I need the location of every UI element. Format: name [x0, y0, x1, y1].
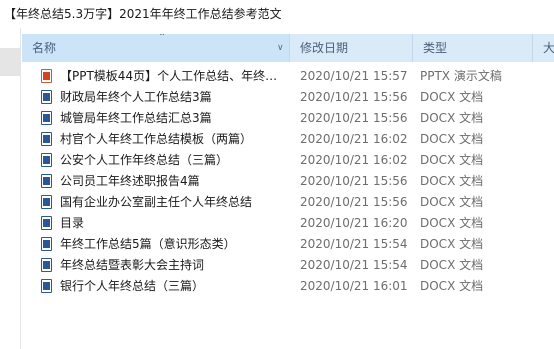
file-row[interactable]: 目录 2020/10/21 16:20 DOCX 文档: [22, 213, 554, 234]
docx-file-icon: [41, 90, 52, 104]
docx-file-icon: [41, 153, 52, 167]
column-header-name[interactable]: 名称 ⌃ ∨: [22, 34, 290, 62]
file-type: PPTX 演示文稿: [420, 69, 502, 83]
navigation-pane[interactable]: [0, 28, 21, 349]
file-name: 公安个人工作年终总结（三篇）: [60, 153, 229, 167]
file-type: DOCX 文档: [420, 153, 484, 167]
file-type: DOCX 文档: [420, 258, 484, 272]
file-date: 2020/10/21 15:57: [300, 69, 408, 83]
nav-selected-item[interactable]: [0, 48, 20, 76]
file-row[interactable]: 城管局年终工作总结汇总3篇 2020/10/21 15:56 DOCX 文档: [22, 108, 554, 129]
file-type: DOCX 文档: [420, 132, 484, 146]
file-name: 年终工作总结5篇（意识形态类）: [60, 237, 236, 251]
file-name: 村官个人年终工作总结模板（两篇）: [60, 132, 253, 146]
file-row[interactable]: 银行个人年终总结（三篇） 2020/10/21 16:01 DOCX 文档: [22, 276, 554, 297]
file-date: 2020/10/21 16:02: [300, 153, 408, 167]
file-name: 银行个人年终总结（三篇）: [60, 279, 205, 293]
file-date: 2020/10/21 16:02: [300, 132, 408, 146]
sort-ascending-icon: ⌃: [158, 34, 167, 43]
file-date: 2020/10/21 15:54: [300, 237, 408, 251]
file-type: DOCX 文档: [420, 237, 484, 251]
file-row[interactable]: 村官个人年终工作总结模板（两篇） 2020/10/21 16:02 DOCX 文…: [22, 129, 554, 150]
file-date: 2020/10/21 15:56: [300, 195, 408, 209]
column-header-date-label: 修改日期: [300, 41, 349, 55]
file-type: DOCX 文档: [420, 279, 484, 293]
window-title: 【年终总结5.3万字】2021年年终工作总结参考范文: [4, 7, 282, 21]
file-date: 2020/10/21 15:56: [300, 174, 408, 188]
docx-file-icon: [41, 279, 52, 293]
column-header-name-label: 名称: [32, 41, 57, 55]
file-row[interactable]: 年终总结暨表彰大会主持词 2020/10/21 15:54 DOCX 文档: [22, 255, 554, 276]
docx-file-icon: [41, 258, 52, 272]
column-header-bar: 名称 ⌃ ∨ 修改日期 类型 大小: [22, 34, 554, 62]
file-row[interactable]: 财政局年终个人工作总结3篇 2020/10/21 15:56 DOCX 文档: [22, 87, 554, 108]
file-name: 年终总结暨表彰大会主持词: [60, 258, 205, 272]
docx-file-icon: [41, 237, 52, 251]
file-date: 2020/10/21 15:54: [300, 258, 408, 272]
file-type: DOCX 文档: [420, 174, 484, 188]
file-name: 公司员工年终述职报告4篇: [60, 174, 200, 188]
column-header-type[interactable]: 类型: [413, 34, 533, 62]
column-header-size-label: 大小: [543, 41, 554, 55]
docx-file-icon: [41, 195, 52, 209]
file-type: DOCX 文档: [420, 216, 484, 230]
file-date: 2020/10/21 15:56: [300, 90, 408, 104]
docx-file-icon: [41, 132, 52, 146]
file-date: 2020/10/21 16:01: [300, 279, 408, 293]
file-name: 财政局年终个人工作总结3篇: [60, 90, 212, 104]
file-name: 国有企业办公室副主任个人年终总结: [60, 195, 253, 209]
file-row[interactable]: 公安个人工作年终总结（三篇） 2020/10/21 16:02 DOCX 文档: [22, 150, 554, 171]
file-name: 【PPT模板44页】个人工作总结、年终汇...: [60, 69, 282, 83]
file-name: 城管局年终工作总结汇总3篇: [60, 111, 212, 125]
file-type: DOCX 文档: [420, 90, 484, 104]
file-date: 2020/10/21 15:56: [300, 111, 408, 125]
file-row[interactable]: 国有企业办公室副主任个人年终总结 2020/10/21 15:56 DOCX 文…: [22, 192, 554, 213]
file-type: DOCX 文档: [420, 195, 484, 209]
column-dropdown-chevron-icon[interactable]: ∨: [277, 34, 284, 62]
column-header-size[interactable]: 大小: [533, 34, 554, 62]
docx-file-icon: [41, 216, 52, 230]
file-row[interactable]: 年终工作总结5篇（意识形态类） 2020/10/21 15:54 DOCX 文档: [22, 234, 554, 255]
file-name: 目录: [60, 216, 85, 230]
file-row[interactable]: 【PPT模板44页】个人工作总结、年终汇... 2020/10/21 15:57…: [22, 66, 554, 87]
docx-file-icon: [41, 174, 52, 188]
column-header-type-label: 类型: [423, 41, 448, 55]
file-type: DOCX 文档: [420, 111, 484, 125]
pptx-file-icon: [41, 69, 52, 83]
column-header-date[interactable]: 修改日期: [290, 34, 413, 62]
file-row[interactable]: 公司员工年终述职报告4篇 2020/10/21 15:56 DOCX 文档: [22, 171, 554, 192]
file-list: 【PPT模板44页】个人工作总结、年终汇... 2020/10/21 15:57…: [22, 66, 554, 297]
docx-file-icon: [41, 111, 52, 125]
file-date: 2020/10/21 16:20: [300, 216, 408, 230]
